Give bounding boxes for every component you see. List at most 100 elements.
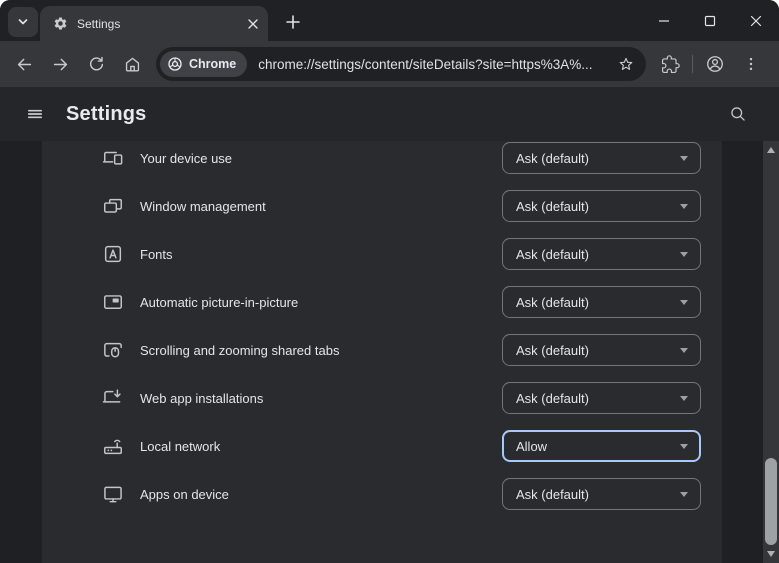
- profile-button[interactable]: [699, 48, 731, 80]
- forward-button[interactable]: [44, 48, 76, 80]
- bookmark-button[interactable]: [612, 50, 640, 78]
- home-button[interactable]: [116, 48, 148, 80]
- forward-arrow-icon: [51, 55, 70, 74]
- devices-icon: [102, 147, 124, 169]
- plus-icon: [285, 14, 301, 30]
- permission-dropdown-fonts[interactable]: Ask (default): [502, 238, 701, 270]
- search-icon: [728, 104, 748, 124]
- apps-on-device-icon: [102, 483, 124, 505]
- extensions-puzzle-icon: [661, 55, 680, 74]
- permission-label: Fonts: [140, 247, 173, 262]
- tab-search-button[interactable]: [8, 7, 38, 37]
- site-details-card: Your device use Ask (default) Window man…: [42, 141, 722, 563]
- picture-in-picture-icon: [102, 291, 124, 313]
- minimize-icon: [658, 15, 670, 27]
- settings-search-button[interactable]: [719, 95, 757, 133]
- close-window-button[interactable]: [733, 0, 779, 41]
- vertical-scrollbar[interactable]: [763, 141, 779, 563]
- dropdown-caret-icon: [680, 204, 688, 209]
- permission-label: Automatic picture-in-picture: [140, 295, 298, 310]
- reload-icon: [87, 55, 106, 74]
- permission-row-local-network: Local network Allow: [42, 422, 722, 470]
- permission-row-fonts: Fonts Ask (default): [42, 230, 722, 278]
- site-info-chip-label: Chrome: [189, 57, 236, 71]
- maximize-button[interactable]: [687, 0, 733, 41]
- permission-rows: Your device use Ask (default) Window man…: [42, 141, 722, 518]
- settings-content: Your device use Ask (default) Window man…: [0, 141, 779, 563]
- dropdown-value: Ask (default): [516, 487, 680, 502]
- local-network-icon: [102, 435, 124, 457]
- page-title: Settings: [66, 103, 147, 126]
- reload-button[interactable]: [80, 48, 112, 80]
- browser-window: Settings: [0, 0, 779, 563]
- dropdown-value: Ask (default): [516, 295, 680, 310]
- scrollbar-down-arrow-icon[interactable]: [767, 551, 775, 557]
- permission-label: Window management: [140, 199, 266, 214]
- back-arrow-icon: [15, 55, 34, 74]
- home-icon: [123, 55, 142, 74]
- dropdown-value: Ask (default): [516, 151, 680, 166]
- maximize-icon: [704, 15, 716, 27]
- permission-dropdown-shared-tabs[interactable]: Ask (default): [502, 334, 701, 366]
- settings-header: Settings: [0, 87, 779, 141]
- dropdown-caret-icon: [680, 396, 688, 401]
- dropdown-caret-icon: [680, 156, 688, 161]
- hamburger-icon: [25, 104, 45, 124]
- browser-toolbar: Chrome chrome://settings/content/siteDet…: [0, 41, 779, 87]
- scrollbar-thumb[interactable]: [765, 458, 777, 545]
- shared-tabs-icon: [102, 339, 124, 361]
- dropdown-caret-icon: [680, 444, 688, 449]
- permission-row-apps-on-device: Apps on device Ask (default): [42, 470, 722, 518]
- dropdown-value: Ask (default): [516, 391, 680, 406]
- url-text[interactable]: chrome://settings/content/siteDetails?si…: [258, 57, 612, 72]
- permission-row-your-device-use: Your device use Ask (default): [42, 141, 722, 182]
- permission-row-shared-tabs: Scrolling and zooming shared tabs Ask (d…: [42, 326, 722, 374]
- settings-menu-button[interactable]: [16, 95, 54, 133]
- dropdown-caret-icon: [680, 492, 688, 497]
- permission-row-automatic-pip: Automatic picture-in-picture Ask (defaul…: [42, 278, 722, 326]
- permission-label: Local network: [140, 439, 220, 454]
- toolbar-separator: [692, 55, 693, 73]
- permission-label: Scrolling and zooming shared tabs: [140, 343, 339, 358]
- permission-dropdown-automatic-pip[interactable]: Ask (default): [502, 286, 701, 318]
- gear-icon: [53, 16, 68, 31]
- kebab-menu-icon: [742, 55, 760, 73]
- permission-dropdown-your-device-use[interactable]: Ask (default): [502, 142, 701, 174]
- browser-tab-settings[interactable]: Settings: [40, 6, 268, 41]
- dropdown-value: Ask (default): [516, 199, 680, 214]
- permission-label: Apps on device: [140, 487, 229, 502]
- dropdown-value: Ask (default): [516, 247, 680, 262]
- permission-dropdown-apps-on-device[interactable]: Ask (default): [502, 478, 701, 510]
- permission-row-web-app-installations: Web app installations Ask (default): [42, 374, 722, 422]
- tab-close-button[interactable]: [244, 15, 262, 33]
- chrome-logo-icon: [167, 56, 183, 72]
- titlebar: Settings: [0, 0, 779, 41]
- extensions-button[interactable]: [654, 48, 686, 80]
- dropdown-caret-icon: [680, 252, 688, 257]
- new-tab-button[interactable]: [280, 9, 306, 35]
- scrollbar-up-arrow-icon[interactable]: [767, 147, 775, 153]
- permission-dropdown-local-network[interactable]: Allow: [502, 430, 701, 462]
- chevron-down-icon: [16, 15, 30, 29]
- permission-row-window-management: Window management Ask (default): [42, 182, 722, 230]
- address-bar[interactable]: Chrome chrome://settings/content/siteDet…: [156, 47, 646, 81]
- dropdown-caret-icon: [680, 348, 688, 353]
- window-controls: [641, 0, 779, 41]
- dropdown-caret-icon: [680, 300, 688, 305]
- web-app-install-icon: [102, 387, 124, 409]
- minimize-button[interactable]: [641, 0, 687, 41]
- window-management-icon: [102, 195, 124, 217]
- profile-icon: [705, 54, 725, 74]
- tab-title: Settings: [77, 17, 244, 31]
- fonts-icon: [102, 243, 124, 265]
- dropdown-value: Allow: [516, 439, 680, 454]
- browser-menu-button[interactable]: [735, 48, 767, 80]
- star-icon: [617, 55, 635, 73]
- permission-dropdown-window-management[interactable]: Ask (default): [502, 190, 701, 222]
- back-button[interactable]: [8, 48, 40, 80]
- close-icon: [750, 15, 762, 27]
- dropdown-value: Ask (default): [516, 343, 680, 358]
- permission-dropdown-web-app-installations[interactable]: Ask (default): [502, 382, 701, 414]
- permission-label: Web app installations: [140, 391, 263, 406]
- site-info-chip[interactable]: Chrome: [160, 51, 247, 77]
